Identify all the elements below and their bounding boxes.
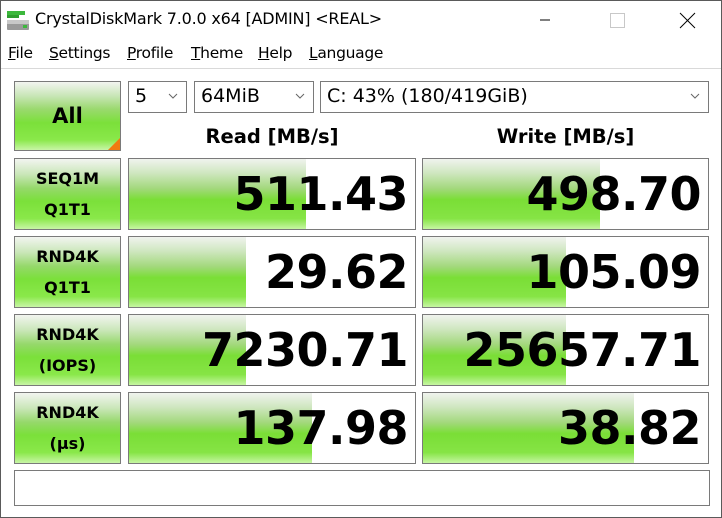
result-value: 38.82 [557,401,702,455]
chevron-down-icon [295,93,305,99]
app-window: CrystalDiskMark 7.0.0 x64 [ADMIN] <REAL>… [0,0,722,518]
result-write-seq1m-q1t1: 498.70 [422,158,709,230]
result-read-rnd4k-latency: 137.98 [128,392,416,464]
minimize-icon [540,19,550,21]
result-read-seq1m-q1t1: 511.43 [128,158,416,230]
test-button-rnd4k-iops[interactable]: RND4K (IOPS) [14,314,121,386]
drive-select[interactable]: C: 43% (180/419GiB) [320,81,709,113]
menu-file[interactable]: File [8,44,33,62]
test-button-rnd4k-latency[interactable]: RND4K (µs) [14,392,121,464]
read-column-header: Read [MB/s] [205,125,339,148]
result-write-rnd4k-iops: 25657.71 [422,314,709,386]
test-count-value: 5 [135,85,148,107]
test-param: Q1T1 [44,278,91,297]
menu-accelerator: P [127,44,136,62]
result-value: 105.09 [526,245,701,299]
test-button-seq1m-q1t1[interactable]: SEQ1M Q1T1 [14,158,121,230]
test-size-select[interactable]: 64MiB [194,81,314,113]
crystaldiskmark-drive-icon [7,11,29,30]
chevron-down-icon [168,93,178,99]
menu-bar: File Settings Profile Theme Help Languag… [1,39,721,69]
result-read-rnd4k-q1t1: 29.62 [128,236,416,308]
test-param: Q1T1 [44,200,91,219]
title-bar[interactable]: CrystalDiskMark 7.0.0 x64 [ADMIN] <REAL> [1,1,721,39]
run-all-label: All [52,104,83,128]
drive-value: C: 43% (180/419GiB) [327,85,528,107]
menu-label: anguage [317,44,384,62]
close-button[interactable] [665,1,711,39]
menu-settings[interactable]: Settings [49,44,110,62]
result-value: 25657.71 [463,323,701,377]
run-all-button[interactable]: All [14,81,121,151]
result-write-rnd4k-q1t1: 105.09 [422,236,709,308]
result-value: 137.98 [233,401,408,455]
test-name: RND4K [36,325,99,344]
test-count-select[interactable]: 5 [128,81,187,113]
menu-label: elp [269,44,293,62]
result-value: 498.70 [526,167,701,221]
menu-accelerator: F [8,44,16,62]
corner-marker-icon [108,138,120,150]
test-name: RND4K [36,403,99,422]
menu-label: heme [200,44,243,62]
result-value: 511.43 [233,167,408,221]
write-column-header: Write [MB/s] [496,125,635,148]
menu-language[interactable]: Language [309,44,383,62]
result-value: 29.62 [264,245,409,299]
menu-accelerator: T [191,44,201,62]
menu-label: ile [15,44,34,62]
menu-theme[interactable]: Theme [191,44,243,62]
menu-help[interactable]: Help [258,44,292,62]
chevron-down-icon [690,93,700,99]
result-bar [129,237,247,307]
minimize-button[interactable] [521,1,567,39]
test-size-value: 64MiB [201,85,260,107]
maximize-button[interactable] [593,1,639,39]
test-name: RND4K [36,247,99,266]
close-icon [679,12,696,29]
menu-accelerator: S [49,44,59,62]
main-panel: All 5 64MiB C: 43% (180/419GiB) Read [MB… [1,69,721,517]
menu-label: ettings [58,44,111,62]
test-button-rnd4k-q1t1[interactable]: RND4K Q1T1 [14,236,121,308]
maximize-icon [610,13,625,28]
test-param: (µs) [49,434,86,453]
comment-field[interactable] [14,470,710,506]
result-value: 7230.71 [201,323,409,377]
result-write-rnd4k-latency: 38.82 [422,392,709,464]
menu-accelerator: H [258,44,270,62]
window-title: CrystalDiskMark 7.0.0 x64 [ADMIN] <REAL> [35,9,382,28]
result-read-rnd4k-iops: 7230.71 [128,314,416,386]
menu-label: rofile [135,44,174,62]
test-name: SEQ1M [35,169,100,188]
test-param: (IOPS) [38,356,97,375]
menu-profile[interactable]: Profile [127,44,173,62]
